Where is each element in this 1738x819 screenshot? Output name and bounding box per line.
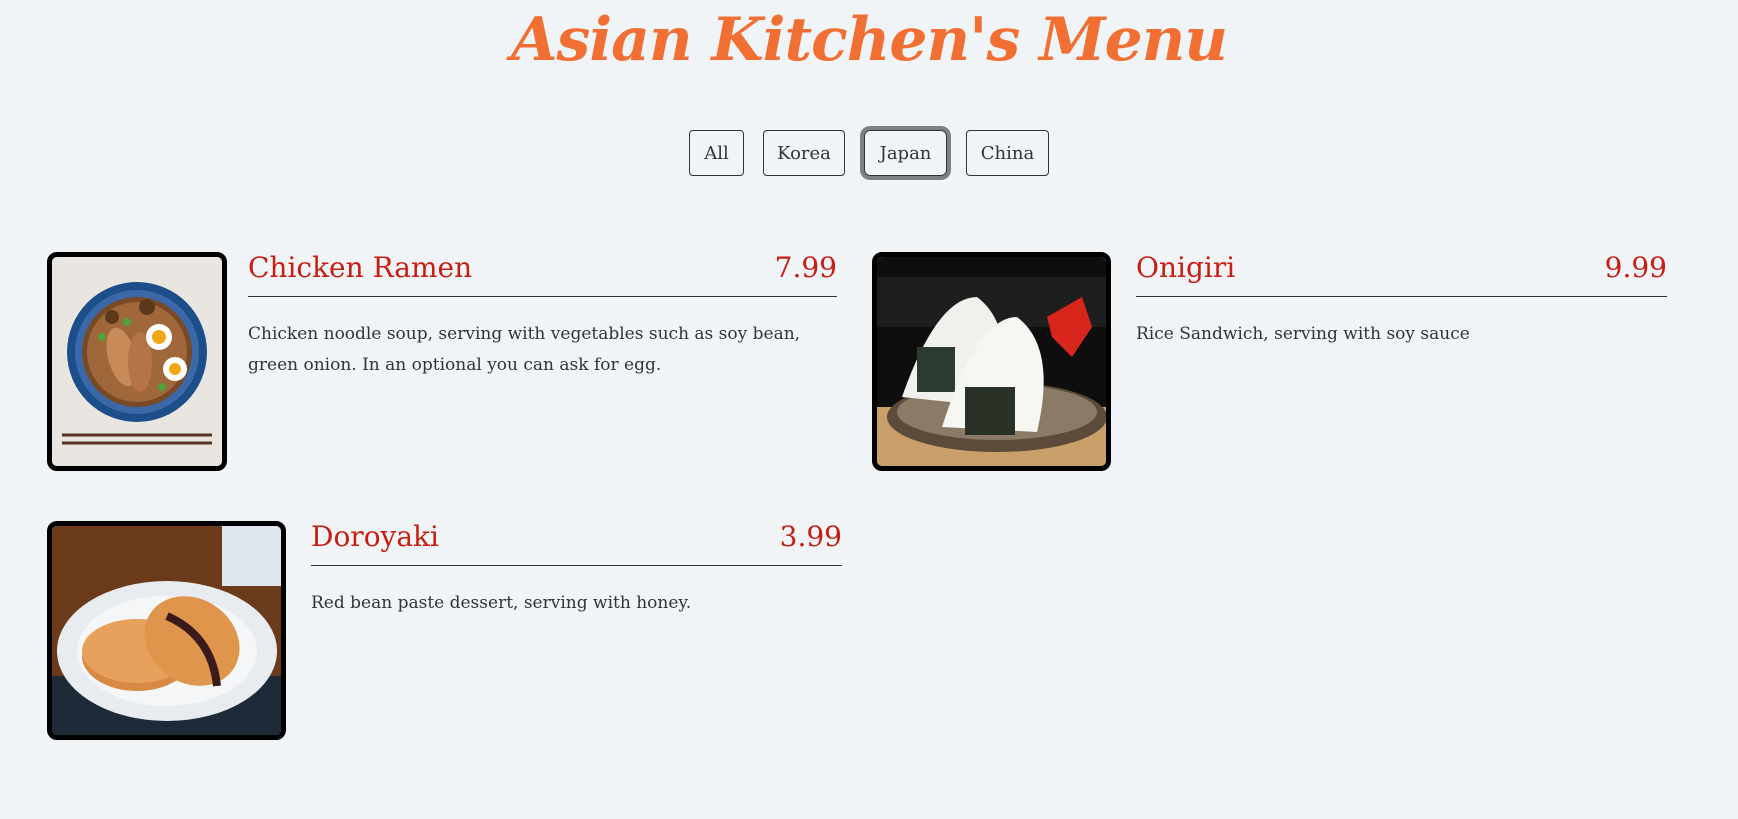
item-price: 3.99 xyxy=(779,520,842,553)
menu-item-info: Onigiri 9.99 Rice Sandwich, serving with… xyxy=(1136,250,1667,471)
page-title: Asian Kitchen's Menu xyxy=(511,5,1228,75)
category-filter-bar: All Korea Japan China xyxy=(0,130,1738,176)
menu-item-chicken-ramen: Chicken Ramen 7.99 Chicken noodle soup, … xyxy=(47,250,837,471)
menu-item-info: Chicken Ramen 7.99 Chicken noodle soup, … xyxy=(248,250,837,471)
menu-item-header: Chicken Ramen 7.99 xyxy=(248,250,837,297)
menu-item-header: Onigiri 9.99 xyxy=(1136,250,1667,297)
menu-item-info: Doroyaki 3.99 Red bean paste dessert, se… xyxy=(311,519,842,740)
menu-item-doroyaki: Doroyaki 3.99 Red bean paste dessert, se… xyxy=(47,519,842,740)
dorayaki-photo xyxy=(47,521,286,740)
filter-button-all[interactable]: All xyxy=(689,130,744,176)
item-description: Rice Sandwich, serving with soy sauce xyxy=(1136,324,1470,344)
menu-item-onigiri: Onigiri 9.99 Rice Sandwich, serving with… xyxy=(872,250,1667,471)
item-description: Chicken noodle soup, serving with vegeta… xyxy=(248,324,801,375)
filter-button-china[interactable]: China xyxy=(966,130,1049,176)
filter-button-korea[interactable]: Korea xyxy=(763,130,845,176)
item-price: 7.99 xyxy=(774,251,837,284)
onigiri-photo xyxy=(872,252,1111,471)
item-name: Chicken Ramen xyxy=(248,251,473,284)
filter-button-japan[interactable]: Japan xyxy=(864,130,947,176)
item-price: 9.99 xyxy=(1604,251,1667,284)
item-name: Doroyaki xyxy=(311,520,439,553)
item-name: Onigiri xyxy=(1136,251,1236,284)
menu-page: Asian Kitchen's Menu All Korea Japan Chi… xyxy=(0,0,1738,819)
ramen-photo xyxy=(47,252,227,471)
menu-item-header: Doroyaki 3.99 xyxy=(311,519,842,566)
item-description: Red bean paste dessert, serving with hon… xyxy=(311,593,692,613)
